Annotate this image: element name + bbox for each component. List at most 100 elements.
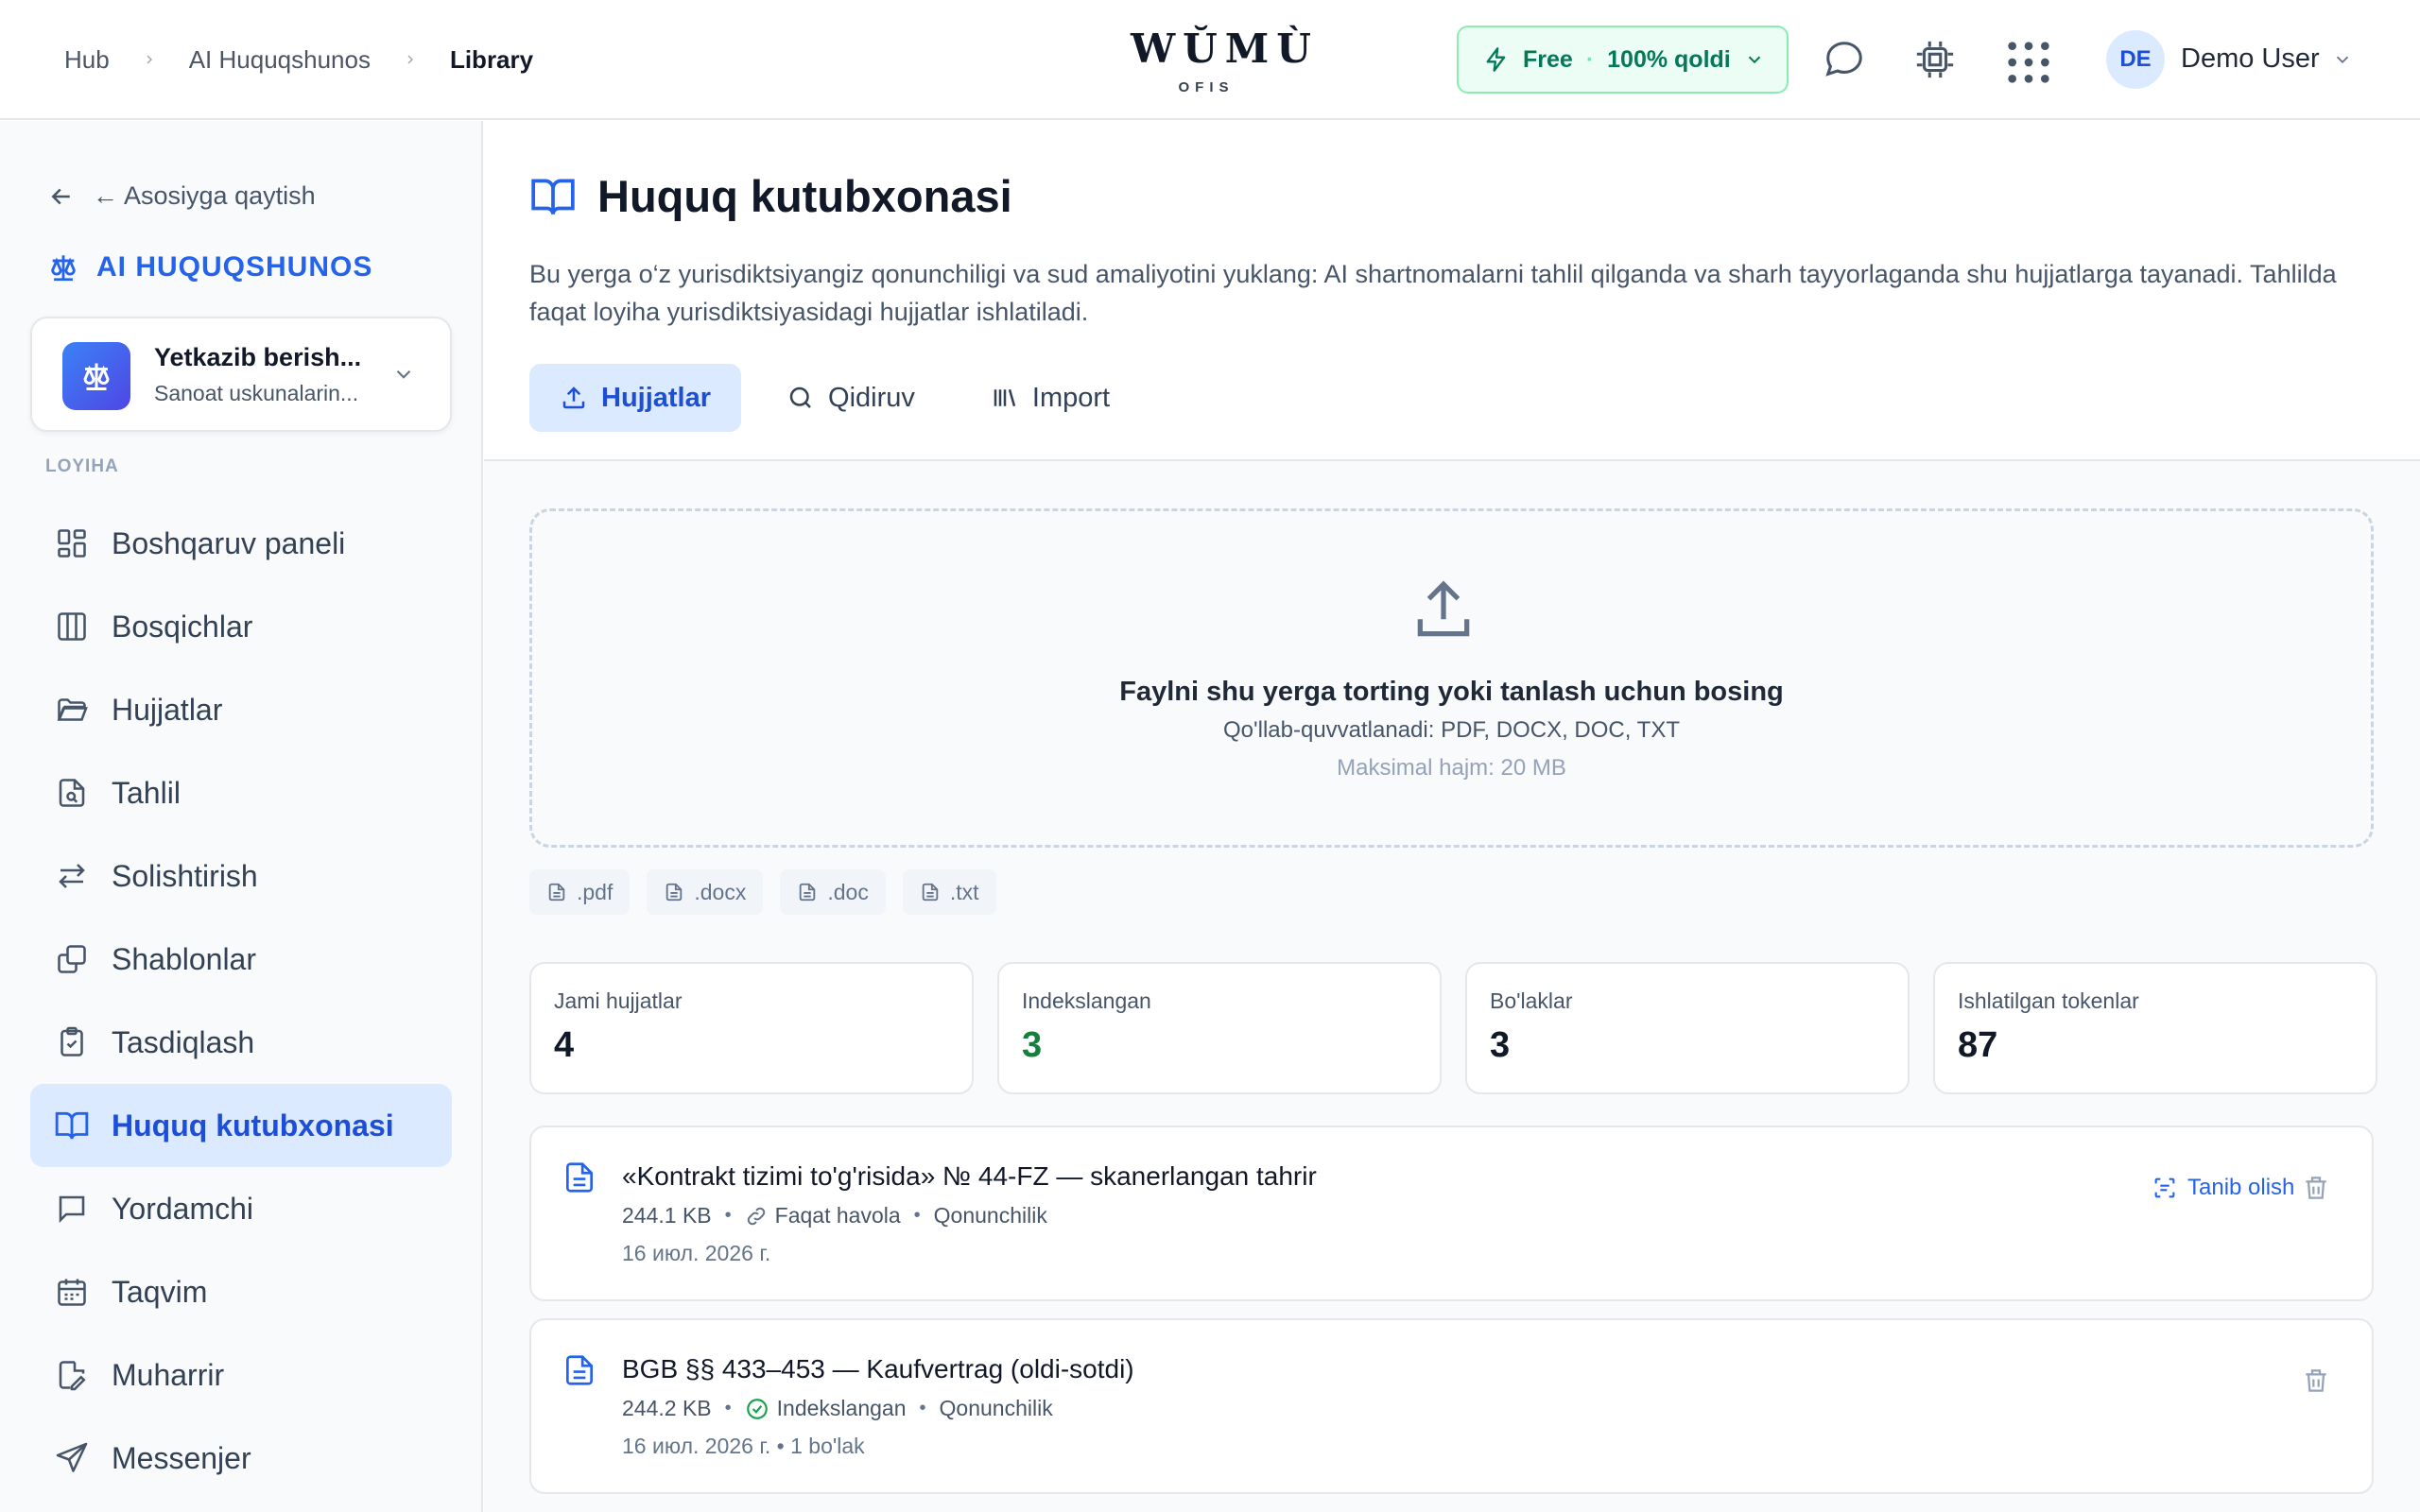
sidebar-item-label: Boshqaruv paneli [112,525,346,560]
sidebar-item-label: Huquq kutubxonasi [112,1108,394,1143]
separator-bullet: • [913,1205,921,1226]
format-label: .pdf [577,879,614,904]
document-title: BGB §§ 433–453 — Kaufvertrag (oldi-sotdi… [622,1354,1134,1383]
sidebar-item-hujjatlar[interactable]: Hujjatlar [30,668,452,751]
sidebar-item-tahlil[interactable]: Tahlil [30,751,452,834]
sidebar-item-shablonlar[interactable]: Shablonlar [30,918,452,1001]
brand-label: AI HUQUQSHUNOS [96,251,373,283]
file-icon [664,882,684,902]
stat-card-tokens: Ishlatilgan tokenlar 87 [1933,962,2377,1094]
recognize-button[interactable]: Tanib olish [2152,1175,2294,1201]
book-icon [53,1107,91,1144]
app-logo[interactable]: WŬMÙ OFIS [1131,26,1311,96]
module-brand: AI HUQUQSHUNOS [47,251,372,284]
chat-bubble-icon[interactable] [1823,38,1866,81]
separator-dot: · [1585,45,1595,73]
page-title-row: Huquq kutubxonasi [529,170,1012,222]
breadcrumb-ai-huquqshunos[interactable]: AI Huquqshunos [189,45,371,75]
stat-value: 3 [1490,1025,1511,1065]
sidebar-item-boshqaruv-paneli[interactable]: Boshqaruv paneli [30,502,452,585]
chevron-right-icon [142,52,157,67]
calendar-icon [53,1273,91,1311]
stat-card-chunks: Bo'laklar 3 [1465,962,1910,1094]
sidebar-item-taqvim[interactable]: Taqvim [30,1250,452,1333]
project-title: Yetkazib berish... [154,343,362,371]
format-chip: .pdf [529,869,631,915]
library-tabs: Hujjatlar Qidiruv Import [529,364,1140,432]
format-label: .txt [949,879,979,904]
document-category: Qonunchilik [939,1396,1053,1420]
sidebar-item-label: Tahlil [112,775,181,810]
stat-label: Jami hujjatlar [554,988,683,1013]
document-row[interactable]: «Kontrakt tizimi to'g'risida» № 44-FZ — … [529,1125,2374,1301]
plan-name: Free [1523,45,1573,73]
sidebar-item-huquq-kutubxonasi[interactable]: Huquq kutubxonasi [30,1084,452,1167]
lightning-icon [1483,46,1510,73]
trash-icon[interactable] [2301,1366,2331,1396]
chevron-right-icon [403,52,418,67]
page-title: Huquq kutubxonasi [597,171,1012,221]
document-row[interactable]: BGB §§ 433–453 — Kaufvertrag (oldi-sotdi… [529,1318,2374,1494]
separator-bullet: • [919,1398,926,1418]
stat-card-total: Jami hujjatlar 4 [529,962,974,1094]
plan-dropdown[interactable]: Free · 100% qoldi [1457,26,1789,94]
document-meta: 244.1 KB • Faqat havola • Qonunchilik [622,1203,1047,1228]
breadcrumb-library: Library [449,44,534,74]
back-to-home-link[interactable]: ← Asosiyga qaytish [47,181,316,211]
sidebar-item-label: Hujjatlar [112,692,223,727]
sidebar-item-yordamchi[interactable]: Yordamchi [30,1167,452,1250]
arrows-swap-icon [53,857,91,895]
sidebar-item-bosqichlar[interactable]: Bosqichlar [30,585,452,668]
stat-label: Indekslangan [1022,988,1151,1013]
columns-icon [53,608,91,645]
search-icon [786,384,815,412]
send-icon [53,1439,91,1477]
upload-dropzone[interactable]: Faylni shu yerga torting yoki tanlash uc… [529,508,2374,848]
sidebar-item-label: Tasdiqlash [112,1024,255,1059]
stat-value: 87 [1958,1025,1998,1065]
sidebar-item-label: Messenjer [112,1440,251,1475]
sidebar-item-label: Yordamchi [112,1191,254,1226]
sidebar-item-label: Bosqichlar [112,609,253,644]
user-name[interactable]: Demo User [2181,43,2320,75]
library-icon [991,384,1019,412]
apps-grid-icon[interactable] [2004,38,2049,83]
cpu-chip-icon[interactable] [1913,38,1957,81]
project-selector[interactable]: Yetkazib berish... Sanoat uskunalarin... [30,317,452,432]
chevron-down-icon [1744,49,1765,70]
sidebar-item-messenjer[interactable]: Messenjer [30,1417,452,1500]
tab-qidiruv[interactable]: Qidiruv [756,364,945,432]
format-label: .doc [827,879,869,904]
breadcrumb-hub[interactable]: Hub [64,45,110,75]
file-icon [797,882,818,902]
sidebar: ← Asosiyga qaytish AI HUQUQSHUNOS Yetkaz… [0,121,483,1512]
logo-sub: OFIS [1178,79,1235,95]
document-date: 16 июл. 2026 г. [622,1241,771,1265]
sidebar-nav: Boshqaruv paneli Bosqichlar Hujjatlar Ta… [30,502,452,1500]
page-description: Bu yerga o‘z yurisdiktsiyangiz qonunchil… [529,260,2337,326]
arrow-left-icon [47,182,76,211]
stat-card-indexed: Indekslangan 3 [997,962,1442,1094]
file-edit-icon [53,1356,91,1394]
format-chip: .docx [647,869,764,915]
sidebar-item-tasdiqlash[interactable]: Tasdiqlash [30,1001,452,1084]
document-size: 244.2 KB [622,1396,712,1420]
tab-hujjatlar[interactable]: Hujjatlar [529,364,742,432]
user-avatar[interactable]: DE [2106,30,2165,89]
separator-bullet: • [724,1398,732,1418]
tab-import[interactable]: Import [960,364,1140,432]
file-icon [546,882,567,902]
project-subtitle: Sanoat uskunalarin... [154,381,359,405]
document-status: Indekslangan [745,1396,907,1421]
format-label: .docx [694,879,747,904]
sidebar-item-solishtirish[interactable]: Solishtirish [30,834,452,918]
chevron-down-icon[interactable] [2332,49,2353,70]
dropzone-title: Faylni shu yerga torting yoki tanlash uc… [1119,677,1784,707]
scales-icon [47,251,79,284]
top-header: Hub AI Huquqshunos Library WŬMÙ OFIS Fre… [0,0,2420,120]
file-text-icon [562,1352,597,1388]
sidebar-item-muharrir[interactable]: Muharrir [30,1333,452,1417]
chat-icon [53,1190,91,1228]
file-icon [920,882,941,902]
trash-icon[interactable] [2301,1173,2331,1203]
